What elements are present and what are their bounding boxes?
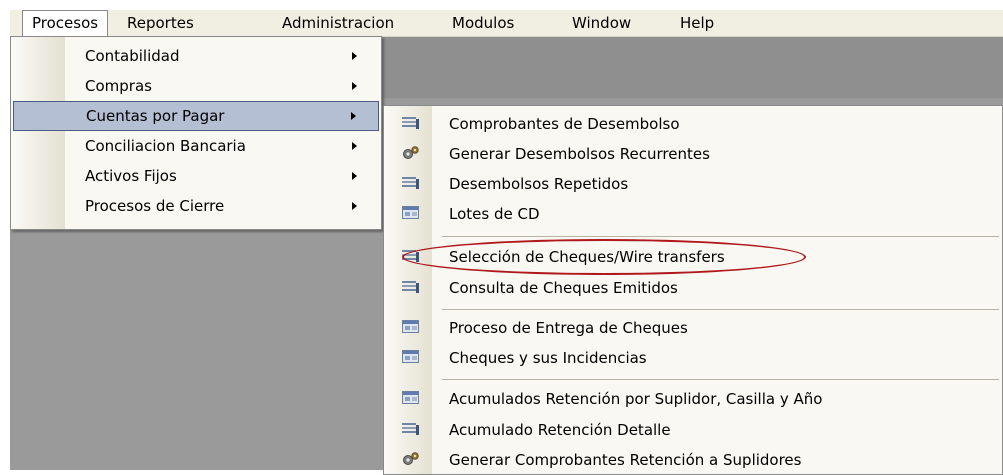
menu-item-label: Compras [85,77,152,95]
submenu-arrow-icon [352,202,357,210]
menu-procesos[interactable]: Procesos [22,10,109,37]
menu-item-generar-comprobantes-retencion[interactable]: Generar Comprobantes Retención a Suplido… [386,445,1000,475]
menu-item-label: Acumulados Retención por Suplidor, Casil… [449,390,823,408]
menu-item-label: Comprobantes de Desembolso [449,115,680,133]
menu-item-seleccion-de-cheques[interactable]: Selección de Cheques/Wire transfers [386,242,1000,272]
menu-item-cheques-incidencias[interactable]: Cheques y sus Incidencias [386,343,1000,373]
list-icon [402,249,420,263]
submenu-arrow-icon [351,112,356,120]
menu-item-procesos-de-cierre[interactable]: Procesos de Cierre [13,191,379,221]
window-icon [402,391,420,405]
menu-item-label: Proceso de Entrega de Cheques [449,319,688,337]
menu-item-label: Consulta de Cheques Emitidos [449,279,678,297]
menu-separator [442,236,999,237]
menu-item-desembolsos-repetidos[interactable]: Desembolsos Repetidos [386,169,1000,199]
menu-window[interactable]: Window [563,10,640,37]
cuentas-por-pagar-submenu: Comprobantes de Desembolso Generar Desem… [383,105,1003,475]
submenu-arrow-icon [352,172,357,180]
menu-item-proceso-entrega-cheques[interactable]: Proceso de Entrega de Cheques [386,313,1000,343]
gears-icon [402,146,420,160]
menu-item-consulta-cheques-emitidos[interactable]: Consulta de Cheques Emitidos [386,273,1000,303]
menu-item-acumulado-retencion-detalle[interactable]: Acumulado Retención Detalle [386,415,1000,445]
menu-item-label: Generar Desembolsos Recurrentes [449,145,710,163]
menu-item-label: Conciliacion Bancaria [85,137,246,155]
menu-item-contabilidad[interactable]: Contabilidad [13,41,379,71]
menu-item-cuentas-por-pagar[interactable]: Cuentas por Pagar [13,101,379,131]
toolbar-area [383,37,1003,98]
menu-item-label: Generar Comprobantes Retención a Suplido… [449,451,802,469]
menu-item-label: Activos Fijos [85,167,177,185]
menu-item-acumulados-retencion[interactable]: Acumulados Retención por Suplidor, Casil… [386,384,1000,414]
menu-item-compras[interactable]: Compras [13,71,379,101]
menu-item-label: Contabilidad [85,47,180,65]
window-icon [402,350,420,364]
window-icon [402,320,420,334]
menu-item-label: Acumulado Retención Detalle [449,421,671,439]
menu-item-label: Lotes de CD [449,205,540,223]
menu-item-label: Selección de Cheques/Wire transfers [449,248,725,266]
submenu-arrow-icon [352,82,357,90]
menu-item-label: Cheques y sus Incidencias [449,349,647,367]
menu-item-comprobantes-desembolso[interactable]: Comprobantes de Desembolso [386,109,1000,139]
list-icon [402,280,420,294]
menu-item-conciliacion-bancaria[interactable]: Conciliacion Bancaria [13,131,379,161]
menu-item-lotes-de-cd[interactable]: Lotes de CD [386,199,1000,229]
menu-separator [442,309,999,310]
procesos-dropdown: Contabilidad Compras Cuentas por Pagar C… [10,36,382,230]
list-icon [402,176,420,190]
menu-item-generar-desembolsos-recurrentes[interactable]: Generar Desembolsos Recurrentes [386,139,1000,169]
submenu-arrow-icon [352,142,357,150]
menu-administracion[interactable]: Administracion [273,10,403,37]
menu-separator [442,379,999,380]
menu-item-label: Desembolsos Repetidos [449,175,629,193]
menu-modulos[interactable]: Modulos [443,10,523,37]
menu-bar: Procesos Reportes Administracion Modulos… [10,10,1003,37]
gears-icon [402,452,420,466]
menu-reportes[interactable]: Reportes [118,10,203,37]
list-icon [402,116,420,130]
window-icon [402,206,420,220]
submenu-arrow-icon [352,52,357,60]
menu-item-label: Procesos de Cierre [85,197,225,215]
menu-help[interactable]: Help [671,10,723,37]
list-icon [402,422,420,436]
menu-item-label: Cuentas por Pagar [86,107,225,125]
menu-item-activos-fijos[interactable]: Activos Fijos [13,161,379,191]
